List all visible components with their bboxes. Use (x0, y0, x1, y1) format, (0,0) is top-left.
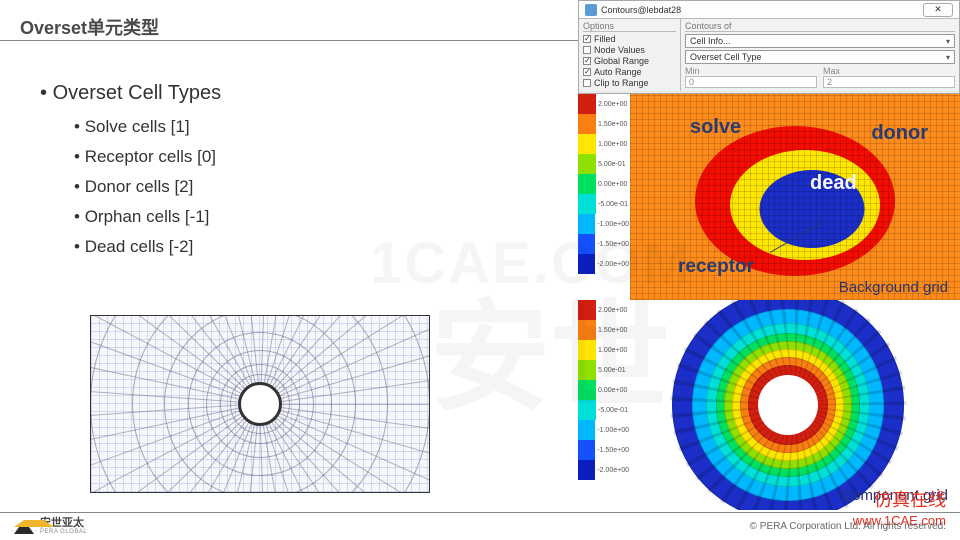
bullet-item: Receptor cells [0] (74, 147, 221, 167)
bullet-block: Overset Cell Types Solve cells [1] Recep… (40, 82, 221, 267)
overset-mesh-diagram (90, 315, 430, 493)
legend-row: -1.50e+00 (578, 440, 629, 460)
legend-row: 0.00e+00 (578, 380, 629, 400)
annotation-donor: donor (871, 122, 928, 145)
bullet-item: Dead cells [-2] (74, 237, 221, 257)
legend-row: -1.50e+00 (578, 234, 629, 254)
legend-row: 5.00e-01 (578, 360, 629, 380)
option-global-range[interactable]: Global Range (583, 56, 676, 66)
min-label: Min (685, 66, 817, 76)
color-legend: 2.00e+001.50e+001.00e+005.00e-010.00e+00… (578, 300, 630, 510)
bullet-item: Donor cells [2] (74, 177, 221, 197)
copyright: © PERA Corporation Ltd. All rights reser… (750, 521, 946, 532)
chevron-down-icon: ▾ (946, 37, 950, 46)
option-auto-range[interactable]: Auto Range (583, 67, 676, 77)
options-header: Options (583, 21, 676, 32)
legend-row: -1.00e+00 (578, 420, 629, 440)
color-legend: 2.00e+001.50e+001.00e+005.00e-010.00e+00… (578, 94, 630, 300)
legend-row: -2.00e+00 (578, 254, 629, 274)
pera-logo-icon (14, 520, 34, 534)
checkbox-icon (583, 68, 591, 76)
annotation-receptor: receptor (678, 256, 754, 278)
option-clip-to-range[interactable]: Clip to Range (583, 78, 676, 88)
legend-row: 0.00e+00 (578, 174, 629, 194)
legend-row: 2.00e+00 (578, 94, 629, 114)
bullet-item: Solve cells [1] (74, 117, 221, 137)
contours-field-select[interactable]: Overset Cell Type▾ (685, 50, 955, 64)
legend-row: -2.00e+00 (578, 460, 629, 480)
legend-row: 1.00e+00 (578, 340, 629, 360)
component-grid-contour: 2.00e+001.50e+001.00e+005.00e-010.00e+00… (578, 300, 960, 510)
option-node-values[interactable]: Node Values (583, 45, 676, 55)
footer-bar: 安世亚太 PERA GLOBAL © PERA Corporation Ltd.… (0, 512, 960, 540)
contours-dialog: Contours@lebdat28 ✕ Options FilledNode V… (578, 0, 960, 94)
checkbox-icon (583, 35, 591, 43)
legend-row: 1.50e+00 (578, 114, 629, 134)
pera-logo-en: PERA GLOBAL (40, 529, 87, 535)
checkbox-icon (583, 46, 591, 54)
bullet-item: Orphan cells [-1] (74, 207, 221, 227)
checkbox-icon (583, 57, 591, 65)
pera-logo: 安世亚太 PERA GLOBAL (14, 518, 87, 535)
legend-row: 2.00e+00 (578, 300, 629, 320)
contours-category-select[interactable]: Cell Info...▾ (685, 34, 955, 48)
legend-row: 1.50e+00 (578, 320, 629, 340)
annotation-dead: dead (810, 172, 857, 195)
background-grid-caption: Background grid (839, 279, 948, 296)
legend-row: -5.00e-01 (578, 400, 629, 420)
max-label: Max (823, 66, 955, 76)
close-icon[interactable]: ✕ (923, 3, 953, 17)
option-filled[interactable]: Filled (583, 34, 676, 44)
max-input[interactable]: 2 (823, 76, 955, 88)
contours-of-header: Contours of (685, 21, 955, 32)
annotation-solve: solve (690, 116, 741, 139)
bullet-heading: Overset Cell Types (40, 82, 221, 105)
slide-title: Overset单元类型 (20, 14, 159, 40)
chevron-down-icon: ▾ (946, 53, 950, 62)
legend-row: -5.00e-01 (578, 194, 629, 214)
watermark-brand-cn: 仿真在线 (874, 486, 946, 512)
min-input[interactable]: 0 (685, 76, 817, 88)
background-grid-contour: 2.00e+001.50e+001.00e+005.00e-010.00e+00… (578, 94, 960, 300)
legend-row: 1.00e+00 (578, 134, 629, 154)
legend-row: -1.00e+00 (578, 214, 629, 234)
dialog-title: Contours@lebdat28 (601, 5, 681, 15)
legend-row: 5.00e-01 (578, 154, 629, 174)
checkbox-icon (583, 79, 591, 87)
dialog-icon (585, 4, 597, 16)
